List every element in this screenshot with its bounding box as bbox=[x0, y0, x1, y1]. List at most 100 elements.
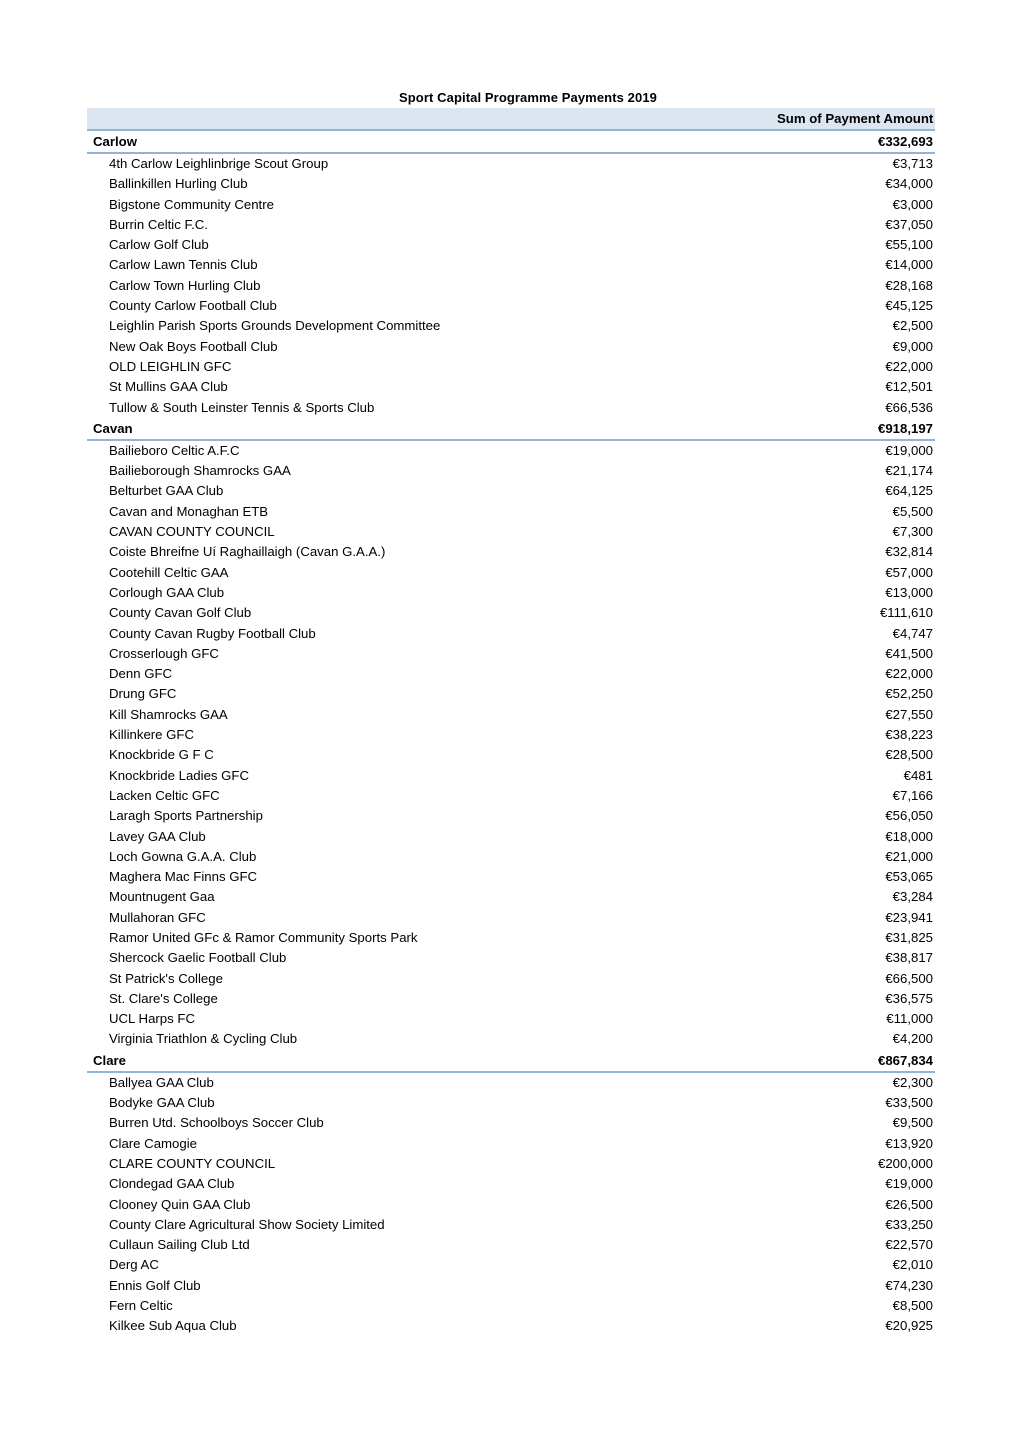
table-row[interactable]: Carlow Town Hurling Club €28,168 bbox=[87, 276, 935, 296]
table-row[interactable]: Coiste Bhreifne Uí Raghaillaigh (Cavan G… bbox=[87, 542, 935, 562]
group-row[interactable]: Carlow €332,693 bbox=[87, 130, 935, 154]
table-row[interactable]: Bodyke GAA Club €33,500 bbox=[87, 1093, 935, 1113]
table-row[interactable]: Burrin Celtic F.C. €37,050 bbox=[87, 215, 935, 235]
payment-amount: €26,500 bbox=[885, 1196, 933, 1212]
table-row[interactable]: Carlow Golf Club €55,100 bbox=[87, 235, 935, 255]
table-row[interactable]: Shercock Gaelic Football Club €38,817 bbox=[87, 948, 935, 968]
table-row[interactable]: Drung GFC €52,250 bbox=[87, 684, 935, 704]
table-row[interactable]: Clooney Quin GAA Club €26,500 bbox=[87, 1195, 935, 1215]
payment-amount: €53,065 bbox=[885, 869, 933, 885]
payment-amount: €66,536 bbox=[885, 399, 933, 415]
payment-amount: €31,825 bbox=[885, 929, 933, 945]
table-row[interactable]: Corlough GAA Club €13,000 bbox=[87, 583, 935, 603]
table-row[interactable]: Kilkee Sub Aqua Club €20,925 bbox=[87, 1316, 935, 1336]
payment-amount: €23,941 bbox=[885, 909, 933, 925]
payment-amount: €3,000 bbox=[892, 196, 933, 212]
table-row[interactable]: St Patrick's College €66,500 bbox=[87, 969, 935, 989]
table-row[interactable]: UCL Harps FC €11,000 bbox=[87, 1009, 935, 1029]
table-row[interactable]: CAVAN COUNTY COUNCIL €7,300 bbox=[87, 522, 935, 542]
table-row[interactable]: Cootehill Celtic GAA €57,000 bbox=[87, 563, 935, 583]
table-row[interactable]: Cavan and Monaghan ETB €5,500 bbox=[87, 502, 935, 522]
payment-amount: €18,000 bbox=[885, 828, 933, 844]
table-row[interactable]: Mountnugent Gaa €3,284 bbox=[87, 887, 935, 907]
table-row[interactable]: Denn GFC €22,000 bbox=[87, 664, 935, 684]
payment-amount: €34,000 bbox=[885, 176, 933, 192]
recipient-name: Virginia Triathlon & Cycling Club bbox=[109, 1031, 298, 1047]
table-row[interactable]: Belturbet GAA Club €64,125 bbox=[87, 481, 935, 501]
table-row[interactable]: 4th Carlow Leighlinbrige Scout Group €3,7… bbox=[87, 153, 935, 174]
table-row[interactable]: Lacken Celtic GFC €7,166 bbox=[87, 786, 935, 806]
recipient-name: Crosserlough GFC bbox=[109, 645, 219, 661]
table-row[interactable]: Loch Gowna G.A.A. Club €21,000 bbox=[87, 847, 935, 867]
table-row[interactable]: Derg AC €2,010 bbox=[87, 1255, 935, 1275]
table-row[interactable]: County Carlow Football Club €45,125 bbox=[87, 296, 935, 316]
payment-amount: €33,250 bbox=[885, 1216, 933, 1232]
recipient-name: Cullaun Sailing Club Ltd bbox=[109, 1237, 250, 1253]
payment-amount: €74,230 bbox=[885, 1277, 933, 1293]
table-row[interactable]: Bailieboro Celtic A.F.C €19,000 bbox=[87, 440, 935, 461]
recipient-name: Bailieboro Celtic A.F.C bbox=[109, 442, 240, 458]
table-row[interactable]: New Oak Boys Football Club €9,000 bbox=[87, 337, 935, 357]
recipient-name: Carlow Town Hurling Club bbox=[109, 277, 261, 293]
payment-amount: €20,925 bbox=[885, 1318, 933, 1334]
table-row[interactable]: St. Clare's College €36,575 bbox=[87, 989, 935, 1009]
payment-amount: €21,174 bbox=[885, 463, 933, 479]
recipient-name: Belturbet GAA Club bbox=[109, 483, 224, 499]
table-row[interactable]: Mullahoran GFC €23,941 bbox=[87, 908, 935, 928]
table-row[interactable]: County Cavan Golf Club €111,610 bbox=[87, 603, 935, 623]
table-header-row: Sum of Payment Amount bbox=[87, 108, 935, 131]
table-row[interactable]: OLD LEIGHLIN GFC €22,000 bbox=[87, 357, 935, 377]
recipient-name: Clare Camogie bbox=[109, 1135, 197, 1151]
table-row[interactable]: Ramor United GFc & Ramor Community Sport… bbox=[87, 928, 935, 948]
table-row[interactable]: Burren Utd. Schoolboys Soccer Club €9,500 bbox=[87, 1113, 935, 1133]
table-row[interactable]: CLARE COUNTY COUNCIL €200,000 bbox=[87, 1154, 935, 1174]
payment-amount: €22,000 bbox=[885, 358, 933, 374]
recipient-name: Mountnugent Gaa bbox=[109, 889, 215, 905]
table-row[interactable]: Tullow & South Leinster Tennis & Sports … bbox=[87, 398, 935, 418]
table-row[interactable]: Cullaun Sailing Club Ltd €22,570 bbox=[87, 1235, 935, 1255]
payment-amount: €200,000 bbox=[877, 1155, 933, 1171]
payment-amount: €41,500 bbox=[885, 645, 933, 661]
group-name: Cavan bbox=[87, 417, 777, 441]
recipient-name: Kilkee Sub Aqua Club bbox=[109, 1318, 237, 1334]
table-row[interactable]: Carlow Lawn Tennis Club €14,000 bbox=[87, 255, 935, 275]
group-total: €918,197 bbox=[777, 417, 935, 441]
recipient-name: 4th Carlow Leighlinbrige Scout Group bbox=[109, 156, 329, 171]
recipient-name: Ennis Golf Club bbox=[109, 1277, 201, 1293]
table-row[interactable]: County Clare Agricultural Show Society L… bbox=[87, 1215, 935, 1235]
recipient-name: Bodyke GAA Club bbox=[109, 1095, 215, 1111]
table-row[interactable]: Crosserlough GFC €41,500 bbox=[87, 644, 935, 664]
table-row[interactable]: Clare Camogie €13,920 bbox=[87, 1134, 935, 1154]
table-row[interactable]: Bailieborough Shamrocks GAA €21,174 bbox=[87, 461, 935, 481]
table-row[interactable]: Bigstone Community Centre €3,000 bbox=[87, 195, 935, 215]
table-row[interactable]: Laragh Sports Partnership €56,050 bbox=[87, 806, 935, 826]
table-row[interactable]: County Cavan Rugby Football Club €4,747 bbox=[87, 624, 935, 644]
table-row[interactable]: Knockbride Ladies GFC €481 bbox=[87, 766, 935, 786]
payment-amount: €2,300 bbox=[892, 1074, 933, 1090]
payment-amount: €7,166 bbox=[892, 787, 933, 803]
table-row[interactable]: St Mullins GAA Club €12,501 bbox=[87, 377, 935, 397]
table-row[interactable]: Lavey GAA Club €18,000 bbox=[87, 827, 935, 847]
table-row[interactable]: Maghera Mac Finns GFC €53,065 bbox=[87, 867, 935, 887]
payment-amount: €8,500 bbox=[892, 1298, 933, 1314]
table-row[interactable]: Clondegad GAA Club €19,000 bbox=[87, 1174, 935, 1194]
recipient-name: County Cavan Golf Club bbox=[109, 605, 252, 621]
recipient-name: Carlow Golf Club bbox=[109, 237, 209, 253]
group-row[interactable]: Cavan €918,197 bbox=[87, 417, 935, 441]
group-name: Clare bbox=[87, 1049, 777, 1073]
table-row[interactable]: Fern Celtic €8,500 bbox=[87, 1296, 935, 1316]
table-row[interactable]: Virginia Triathlon & Cycling Club €4,200 bbox=[87, 1029, 935, 1049]
table-row[interactable]: Ballinkillen Hurling Club €34,000 bbox=[87, 174, 935, 194]
recipient-name: UCL Harps FC bbox=[109, 1011, 195, 1027]
group-row[interactable]: Clare €867,834 bbox=[87, 1049, 935, 1073]
recipient-name: Loch Gowna G.A.A. Club bbox=[109, 848, 257, 864]
recipient-name: Derg AC bbox=[109, 1257, 159, 1273]
table-row[interactable]: Leighlin Parish Sports Grounds Developme… bbox=[87, 316, 935, 336]
group-name: Carlow bbox=[87, 130, 777, 154]
table-row[interactable]: Ballyea GAA Club €2,300 bbox=[87, 1072, 935, 1093]
payment-amount: €64,125 bbox=[885, 483, 933, 499]
table-row[interactable]: Kill Shamrocks GAA €27,550 bbox=[87, 705, 935, 725]
table-row[interactable]: Ennis Golf Club €74,230 bbox=[87, 1276, 935, 1296]
table-row[interactable]: Killinkere GFC €38,223 bbox=[87, 725, 935, 745]
table-row[interactable]: Knockbride G F C €28,500 bbox=[87, 745, 935, 765]
